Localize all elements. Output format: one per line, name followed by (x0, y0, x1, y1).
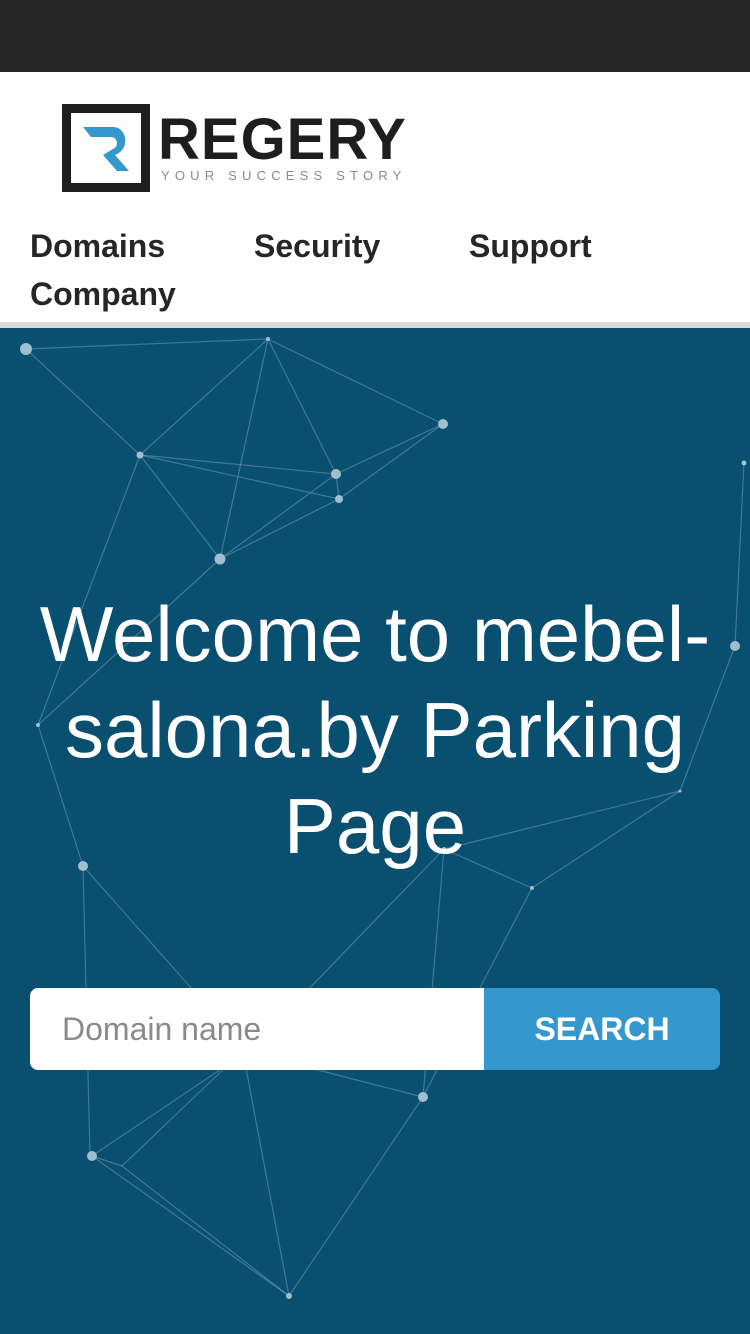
search-button[interactable]: SEARCH (484, 988, 720, 1070)
brand-tagline: YOUR SUCCESS STORY (161, 168, 407, 183)
domain-search-input[interactable] (30, 988, 484, 1070)
domain-search-form: SEARCH (30, 988, 720, 1070)
nav-item-company[interactable]: Company (30, 270, 176, 318)
nav-item-domains[interactable]: Domains (30, 222, 165, 270)
nav-item-security[interactable]: Security (254, 222, 380, 270)
site-header: REGERY YOUR SUCCESS STORY Domains Securi… (0, 72, 750, 322)
hero-section: Welcome to mebel-salona.by Parking Page … (0, 328, 750, 1334)
status-bar (0, 0, 750, 72)
nav-item-support[interactable]: Support (469, 222, 592, 270)
hero-title: Welcome to mebel-salona.by Parking Page (39, 590, 711, 870)
logo-icon (62, 104, 150, 192)
brand-name: REGERY (158, 107, 407, 172)
regery-logo[interactable]: REGERY YOUR SUCCESS STORY (62, 104, 406, 194)
